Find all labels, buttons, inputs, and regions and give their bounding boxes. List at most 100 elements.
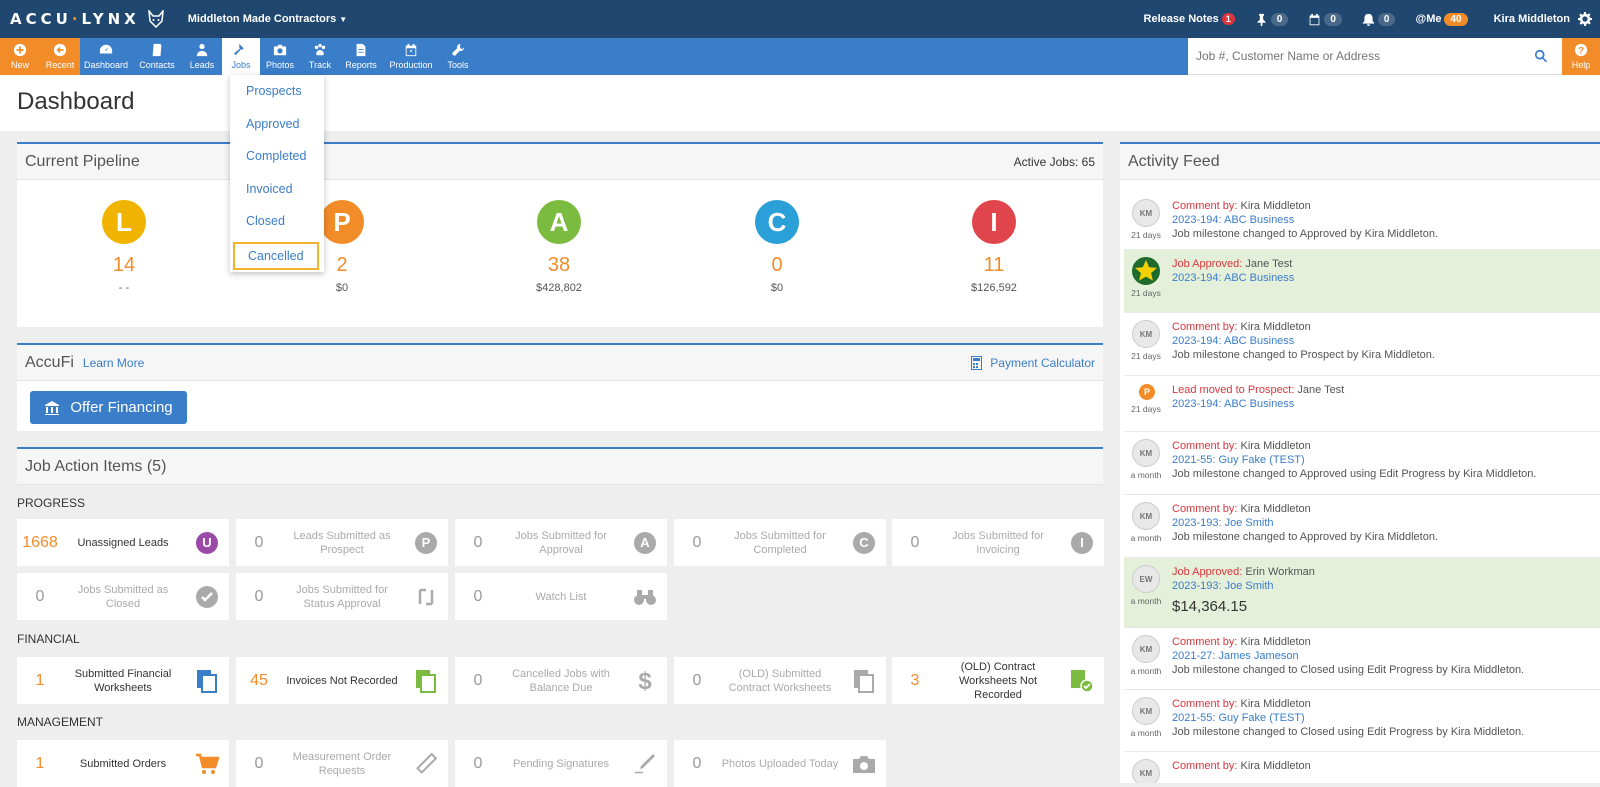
nav-contacts[interactable]: Contacts (132, 38, 182, 75)
top-bar: ACCU · LYNX Middleton Made Contractors ▼ R… (0, 0, 1600, 38)
nav-new[interactable]: New (0, 38, 40, 75)
help-button[interactable]: ? Help (1562, 38, 1600, 75)
circle-i-icon: I (1070, 531, 1094, 555)
company-selector[interactable]: Middleton Made Contractors ▼ (188, 13, 347, 25)
feed-item-who: Kira Middleton (1237, 440, 1311, 452)
feed-item-job-link[interactable]: 2023-194: ABC Business (1172, 335, 1294, 347)
job-action-tile[interactable]: 0 (OLD) Submitted Contract Worksheets (674, 657, 886, 704)
job-action-tile[interactable]: 0 Jobs Submitted for Status Approval (236, 573, 448, 620)
nav-photos[interactable]: Photos (260, 38, 300, 75)
user-menu[interactable]: Kira Middleton (1494, 13, 1570, 25)
acculynx-logo[interactable]: ACCU · LYNX (10, 10, 164, 28)
pipeline-stage-count[interactable]: 38 (509, 254, 609, 277)
offer-financing-button[interactable]: Offer Financing (30, 391, 187, 424)
pin-icon (1257, 13, 1266, 26)
job-action-tile[interactable]: 0 Measurement Order Requests (236, 740, 448, 787)
offer-financing-label: Offer Financing (70, 399, 173, 416)
feed-item-age: a month (1130, 666, 1162, 676)
feed-item-job-link[interactable]: 2023-193: Joe Smith (1172, 580, 1274, 592)
user-name: Kira Middleton (1493, 13, 1570, 25)
job-action-tile[interactable]: 0 Leads Submitted as Prospect P (236, 519, 448, 566)
feed-item-job-link[interactable]: 2023-194: ABC Business (1172, 398, 1294, 410)
feed-item-author: Job Approved: Jane Test (1172, 258, 1292, 270)
notifications-button[interactable]: 0 (1362, 12, 1396, 26)
learn-more-link[interactable]: Learn More (83, 356, 144, 370)
pipeline-stage-i-icon[interactable]: I (972, 200, 1016, 244)
nav-track[interactable]: Track (300, 38, 340, 75)
contract-check-icon (1070, 669, 1094, 693)
user-avatar: KM (1132, 635, 1160, 663)
feed-item-job-link[interactable]: 2021-55: Guy Fake (TEST) (1172, 454, 1305, 466)
pipeline-stage-c-icon[interactable]: C (755, 200, 799, 244)
job-action-tile[interactable]: 0 Cancelled Jobs with Balance Due $ (455, 657, 667, 704)
job-action-tile[interactable]: 3 (OLD) Contract Worksheets Not Recorded (892, 657, 1104, 704)
pin-count: 0 (1270, 12, 1289, 26)
job-action-tile[interactable]: 0 Jobs Submitted for Completed C (674, 519, 886, 566)
status-icon (414, 585, 438, 609)
gear-icon[interactable] (1578, 12, 1592, 26)
feed-item: KM 21 days Comment by: Kira Middleton 2023-… (1124, 313, 1600, 376)
at-me-button[interactable]: @Me 40 (1415, 13, 1468, 26)
pipeline-stage-a-icon[interactable]: A (537, 200, 581, 244)
jobs-menu-item-cancelled[interactable]: Cancelled (233, 242, 319, 270)
pin-button[interactable]: 0 (1255, 12, 1289, 26)
pipeline-stage-l-icon[interactable]: L (102, 200, 146, 244)
feed-item-job-link[interactable]: 2023-193: Joe Smith (1172, 517, 1274, 529)
job-action-tile[interactable]: 45 Invoices Not Recorded (236, 657, 448, 704)
payment-calculator-link[interactable]: Payment Calculator (971, 355, 1095, 370)
search-input[interactable] (1196, 49, 1526, 63)
calendar-button[interactable]: 0 (1308, 12, 1342, 26)
pipeline-stage-count[interactable]: 0 (727, 254, 827, 277)
user-avatar: KM (1132, 439, 1160, 467)
jobs-menu-item-approved[interactable]: Approved (230, 112, 324, 136)
jobs-menu-item-closed[interactable]: Closed (230, 209, 324, 233)
nav-recent[interactable]: Recent (40, 38, 80, 75)
feed-item-job-link[interactable]: 2021-55: Guy Fake (TEST) (1172, 712, 1305, 724)
nav-tools[interactable]: Tools (440, 38, 476, 75)
feed-item: KM a month Comment by: Kira Middleton 2021-… (1124, 628, 1600, 690)
circle-c-icon: C (852, 531, 876, 555)
jobs-menu-item-prospects[interactable]: Prospects (230, 79, 324, 103)
job-action-tile[interactable]: 0 Jobs Submitted for Invoicing I (892, 519, 1104, 566)
job-action-tile[interactable]: 1 Submitted Orders (17, 740, 229, 787)
feed-item-job-link[interactable]: 2023-194: ABC Business (1172, 272, 1294, 284)
nav-production[interactable]: Production (382, 38, 440, 75)
nav-jobs[interactable]: Jobs (222, 38, 260, 75)
pipeline-stage-count[interactable]: 14 (74, 254, 174, 277)
approved-star-icon (1132, 257, 1160, 285)
feed-item-who: Kira Middleton (1237, 760, 1311, 772)
tile-count: 45 (250, 671, 268, 689)
invoice-icon (414, 669, 438, 693)
job-action-tile[interactable]: 0 Jobs Submitted as Closed (17, 573, 229, 620)
user-avatar: KM (1132, 697, 1160, 725)
tile-count: 0 (473, 533, 483, 551)
feed-item-description: Job milestone changed to Closed using Ed… (1172, 726, 1525, 738)
job-action-tile[interactable]: 0 Watch List (455, 573, 667, 620)
nav-leads[interactable]: Leads (182, 38, 222, 75)
nav-reports[interactable]: Reports (340, 38, 382, 75)
ruler-icon (414, 752, 438, 776)
tile-count: 1 (35, 754, 45, 772)
pipeline-stage-p-icon[interactable]: P (320, 200, 364, 244)
tile-count: 0 (692, 533, 702, 551)
job-action-tile[interactable]: 1668 Unassigned Leads U (17, 519, 229, 566)
job-action-tile[interactable]: 0 Jobs Submitted for Approval A (455, 519, 667, 566)
jobs-menu-item-completed[interactable]: Completed (230, 144, 324, 168)
feed-item-job-link[interactable]: 2021-27: James Jameson (1172, 650, 1299, 662)
tile-count: 3 (910, 671, 920, 689)
job-action-tile[interactable]: 1 Submitted Financial Worksheets (17, 657, 229, 704)
job-action-tile[interactable]: 0 Photos Uploaded Today (674, 740, 886, 787)
calendar-icon (1309, 13, 1320, 25)
job-action-tile[interactable]: 0 Pending Signatures (455, 740, 667, 787)
feed-item-job-link[interactable]: 2023-194: ABC Business (1172, 214, 1294, 226)
at-me-label: @Me (1415, 13, 1442, 25)
search-icon[interactable] (1534, 49, 1548, 63)
jobs-menu-item-invoiced[interactable]: Invoiced (230, 177, 324, 201)
feed-item-age: 21 days (1131, 288, 1161, 298)
nav-dashboard[interactable]: Dashboard (80, 38, 132, 75)
pipeline-stage-count[interactable]: 11 (944, 254, 1044, 277)
dashboard-icon (99, 44, 113, 54)
release-notes-link[interactable]: Release Notes 1 (1144, 13, 1235, 25)
feed-item-author: Comment by: Kira Middleton (1172, 200, 1311, 212)
contract-icon (852, 669, 876, 693)
